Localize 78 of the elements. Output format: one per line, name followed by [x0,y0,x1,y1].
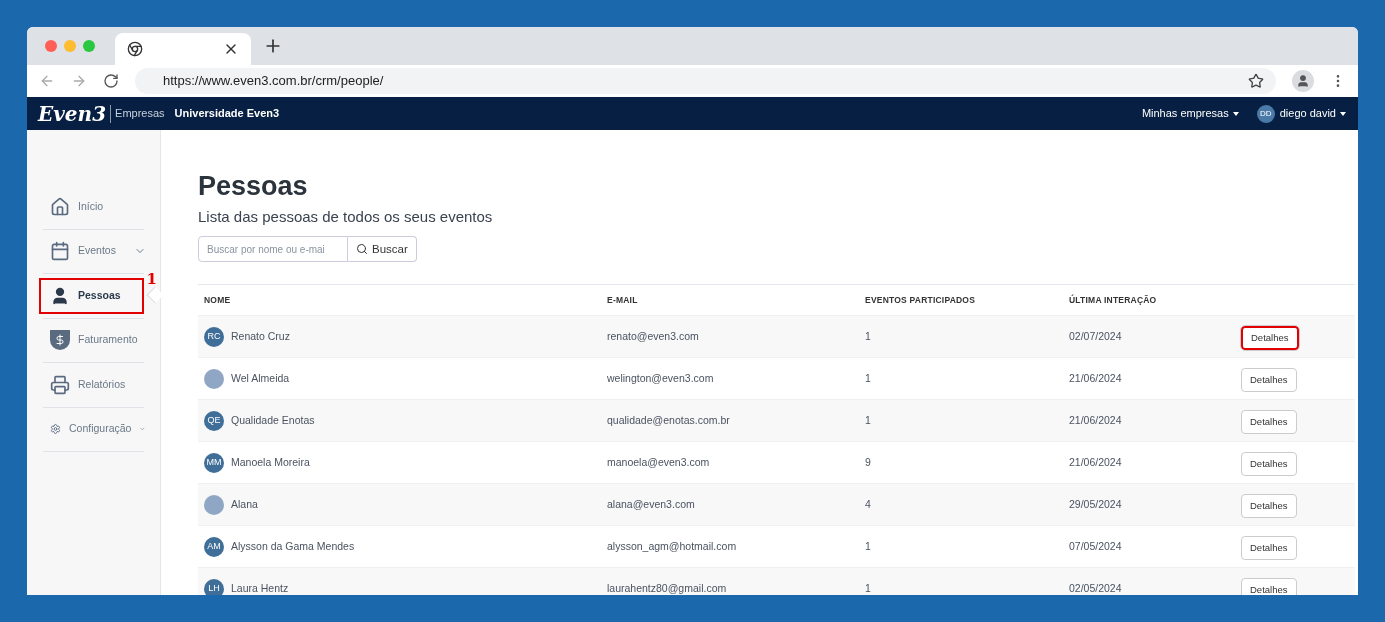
person-name: Renato Cruz [231,328,290,344]
sidebar-item[interactable]: Relatórios [39,366,144,403]
initials-avatar: QE [204,410,224,431]
address-bar[interactable]: https://www.even3.com.br/crm/people/ [135,68,1276,94]
reload-icon[interactable] [103,73,119,89]
initials-avatar: RC [204,326,224,347]
person-name: Alysson da Gama Mendes [231,538,355,554]
details-button[interactable]: Detalhes [1241,451,1297,476]
last-interaction-date: 07/05/2024 [1069,538,1123,554]
sidebar-item[interactable]: Pessoas [39,277,144,314]
logo[interactable]: Even3 [38,103,107,124]
user-avatar: DD [1256,104,1275,123]
last-interaction-date: 21/06/2024 [1069,370,1123,386]
nav-link[interactable]: Universidade Even3 [174,105,280,122]
email-cell-text: alana@even3.com [607,496,696,512]
url-text: https://www.even3.com.br/crm/people/ [163,72,385,91]
column-header: ÚLTIMA INTERAÇÃO [1069,293,1158,307]
search-button[interactable]: Buscar [348,236,417,263]
details-button[interactable]: Detalhes [1241,367,1297,392]
events-count: 9 [865,454,872,470]
column-header: E-MAIL [607,293,639,307]
page-title: Pessoas [198,170,309,203]
initials-avatar: AM [204,536,224,557]
person-name: Laura Hentz [231,580,289,595]
last-interaction-date: 02/07/2024 [1069,328,1123,344]
search-field[interactable]: Buscar por nome ou e-mai [198,236,348,263]
initials-avatar: MM [204,452,224,473]
last-interaction-date: 02/05/2024 [1069,580,1123,595]
details-button[interactable]: Detalhes [1241,577,1297,595]
details-button[interactable]: Detalhes [1241,535,1297,560]
events-count: 1 [865,412,872,428]
printer-icon [50,374,70,395]
calendar-icon [50,241,70,262]
sidebar-item[interactable]: Configuração [39,411,144,448]
column-header: NOME [204,293,232,307]
sidebar-item[interactable]: Início [39,188,144,225]
events-count: 1 [865,328,872,344]
initials-avatar: LH [204,578,224,595]
user-dropdown[interactable]: diego david [1279,105,1346,122]
email-cell-text: alysson_agm@hotmail.com [607,538,738,554]
home-icon [50,196,70,217]
person-name: Qualidade Enotas [231,412,315,428]
details-button[interactable]: Detalhes [1241,325,1299,350]
browser-tab[interactable] [115,33,251,65]
money-bag-icon [50,330,70,351]
companies-dropdown[interactable]: Minhas empresas [1141,105,1239,122]
person-icon [50,285,70,306]
person-name: Alana [231,496,258,512]
events-count: 1 [865,538,872,554]
last-interaction-date: 21/06/2024 [1069,412,1123,428]
email-cell-text: laurahentz80@gmail.com [607,580,728,595]
last-interaction-date: 21/06/2024 [1069,454,1123,470]
events-count: 4 [865,496,872,512]
details-button[interactable]: Detalhes [1241,493,1297,518]
email-cell-text: qualidade@enotas.com.br [607,412,731,428]
email-cell-text: renato@even3.com [607,328,700,344]
events-count: 1 [865,370,872,386]
email-cell-text: welington@even3.com [607,370,715,386]
callout-number: 1 [146,272,157,287]
brand-suffix: Empresas [115,106,165,122]
globe-icon [127,41,143,57]
search-icon [356,243,368,256]
person-name: Manoela Moreira [231,454,310,470]
last-interaction-date: 29/05/2024 [1069,496,1123,512]
photo-placeholder [204,368,224,389]
caret-icon [1232,111,1239,116]
email-cell-text: manoela@even3.com [607,454,711,470]
sidebar-item[interactable]: Faturamento [39,322,144,359]
profile-icon[interactable] [1292,70,1314,92]
photo-placeholder [204,494,224,515]
events-count: 1 [865,580,872,595]
details-button[interactable]: Detalhes [1241,409,1297,434]
column-header: EVENTOS PARTICIPADOS [865,293,977,307]
person-name: Wel Almeida [231,370,290,386]
sidebar-item[interactable]: Eventos [39,233,144,270]
bookmark-star-icon[interactable] [1248,73,1264,89]
page-subtitle: Lista das pessoas de todos os seus eventos [198,206,494,227]
caret-icon [1340,111,1346,116]
